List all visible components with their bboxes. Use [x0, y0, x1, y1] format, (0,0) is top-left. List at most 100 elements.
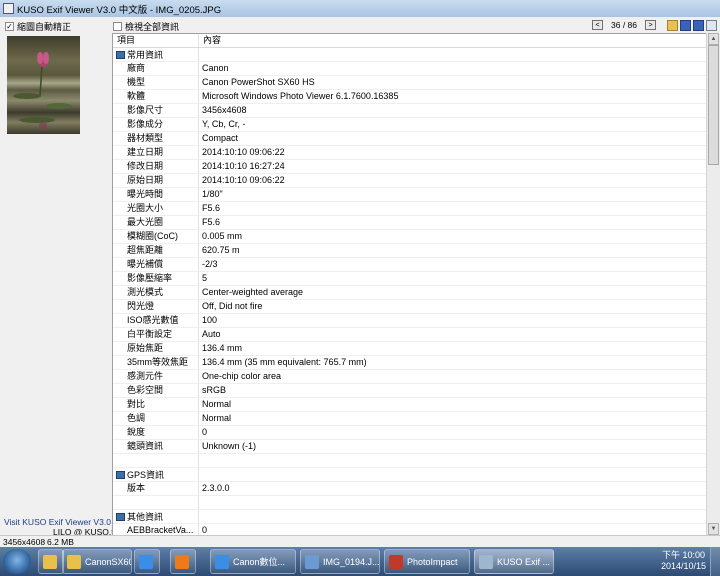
table-row[interactable]: 原始日期 2014:10:10 09:06:22 — [113, 174, 706, 188]
lotus-photo — [13, 52, 72, 131]
auto-fit-checkbox[interactable]: ✓ 縮圖自動精正 — [5, 20, 71, 33]
start-button[interactable] — [3, 549, 31, 574]
table-row[interactable]: AEBBracketVa... 0 — [113, 524, 706, 535]
show-desktop-button[interactable] — [710, 547, 720, 576]
save-icon[interactable] — [680, 19, 691, 31]
checkmark-icon[interactable]: ✓ — [5, 22, 14, 31]
row-label: 原始焦距 — [113, 342, 199, 355]
table-row[interactable]: 色調 Normal — [113, 412, 706, 426]
section-title: 其他資訊 — [127, 511, 164, 522]
row-value — [199, 468, 706, 481]
table-row[interactable]: 器材類型 Compact — [113, 132, 706, 146]
checkbox-empty-icon[interactable] — [113, 22, 122, 31]
save-as-icon[interactable] — [693, 19, 704, 31]
table-row[interactable] — [113, 454, 706, 468]
row-value: Normal — [202, 413, 232, 423]
row-value — [199, 510, 706, 523]
settings-icon[interactable] — [706, 19, 717, 31]
table-row[interactable]: 銳度 0 — [113, 426, 706, 440]
taskbar-item[interactable] — [134, 549, 160, 574]
row-label: 軟體 — [113, 90, 199, 103]
table-row[interactable]: 對比 Normal — [113, 398, 706, 412]
row-label: 色彩空間 — [113, 384, 199, 397]
table-row[interactable]: 鏡頭資訊 Unknown (-1) — [113, 440, 706, 454]
next-button[interactable]: > — [645, 20, 656, 30]
left-panel: Visit KUSO Exif Viewer V3.0 LILO @ KUSO.… — [0, 33, 114, 537]
row-value: Compact — [202, 133, 239, 143]
taskbar-item-label: Canon數位... — [233, 557, 286, 567]
row-label: 機型 — [113, 76, 199, 89]
table-row[interactable]: 軟體 Microsoft Windows Photo Viewer 6.1.760… — [113, 90, 706, 104]
taskbar-item[interactable]: IMG_0194.J... — [300, 549, 380, 574]
ie-icon — [215, 554, 229, 569]
exif-table[interactable]: 項目 內容 常用資訊廠商 Canon 機型 Canon PowerShot SX60 … — [112, 33, 706, 535]
row-value: 620.75 m — [202, 245, 240, 255]
system-clock[interactable]: 下午 10:00 2014/10/15 — [661, 550, 706, 572]
table-section-row[interactable]: 常用資訊 — [113, 48, 706, 62]
table-row[interactable]: 超焦距離 620.75 m — [113, 244, 706, 258]
table-row[interactable]: 色彩空間 sRGB — [113, 384, 706, 398]
table-row[interactable]: 影像尺寸 3456x4608 — [113, 104, 706, 118]
table-row[interactable]: 原始焦距 136.4 mm — [113, 342, 706, 356]
table-row[interactable]: 機型 Canon PowerShot SX60 HS — [113, 76, 706, 90]
table-row[interactable]: 模糊圈(CoC) 0.005 mm — [113, 230, 706, 244]
row-label: 影像成分 — [113, 118, 199, 131]
table-row[interactable]: 曝光補償 -2/3 — [113, 258, 706, 272]
table-row[interactable]: 閃光燈 Off, Did not fire — [113, 300, 706, 314]
table-row[interactable] — [113, 496, 706, 510]
taskbar-item[interactable]: CanonSX60... — [62, 549, 132, 574]
table-row[interactable]: 廠商 Canon — [113, 62, 706, 76]
row-value: Normal — [202, 399, 232, 409]
image-counter: 36 / 86 — [611, 20, 637, 30]
column-header-content[interactable]: 內容 — [199, 34, 706, 47]
table-row[interactable]: 測光模式 Center-weighted average — [113, 286, 706, 300]
taskbar-item[interactable] — [38, 549, 64, 574]
table-row[interactable]: 白平衡設定 Auto — [113, 328, 706, 342]
scroll-down-icon[interactable]: ▼ — [708, 523, 719, 535]
row-label: 測光模式 — [113, 286, 199, 299]
row-value: F5.6 — [202, 217, 221, 227]
table-row[interactable]: 光圈大小 F5.6 — [113, 202, 706, 216]
row-label: 影像尺寸 — [113, 104, 199, 117]
table-row[interactable]: 版本 2.3.0.0 — [113, 482, 706, 496]
prev-button[interactable]: < — [592, 20, 603, 30]
show-all-checkbox[interactable]: 檢視全部資訊 — [113, 20, 179, 33]
media-player-icon — [175, 554, 189, 569]
taskbar-item[interactable]: PhotoImpact — [384, 549, 470, 574]
navigation: < 36 / 86 > — [590, 18, 720, 32]
image-thumbnail[interactable] — [7, 36, 80, 134]
table-row[interactable]: 影像壓縮率 5 — [113, 272, 706, 286]
scroll-up-icon[interactable]: ▲ — [708, 33, 719, 45]
table-section-row[interactable]: GPS資訊 — [113, 468, 706, 482]
row-value: 0 — [202, 427, 208, 437]
clock-date: 2014/10/15 — [660, 561, 706, 571]
table-row[interactable]: 35mm等效焦距 136.4 mm (35 mm equivalent: 765.… — [113, 356, 706, 370]
table-row[interactable]: 建立日期 2014:10:10 09:06:22 — [113, 146, 706, 160]
taskbar-item-label: CanonSX60... — [85, 556, 132, 567]
table-row[interactable]: 影像成分 Y, Cb, Cr, - — [113, 118, 706, 132]
taskbar-item[interactable] — [170, 549, 196, 574]
row-value: One-chip color area — [202, 371, 282, 381]
row-label: 曝光補償 — [113, 258, 199, 271]
row-value: 2.3.0.0 — [202, 483, 230, 493]
image-viewer-icon — [305, 554, 319, 569]
table-row[interactable]: 曝光時間 1/80" — [113, 188, 706, 202]
scroll-thumb[interactable] — [708, 45, 719, 165]
row-label: 白平衡設定 — [113, 328, 199, 341]
row-value: Canon PowerShot SX60 HS — [202, 77, 315, 87]
column-header-item[interactable]: 項目 — [113, 34, 199, 47]
vertical-scrollbar[interactable]: ▲ ▼ — [706, 33, 720, 535]
row-label: 原始日期 — [113, 174, 199, 187]
table-row[interactable]: 感測元件 One-chip color area — [113, 370, 706, 384]
row-label: 35mm等效焦距 — [113, 356, 199, 369]
table-row[interactable]: 最大光圈 F5.6 — [113, 216, 706, 230]
open-folder-icon[interactable] — [667, 19, 678, 31]
section-title: 常用資訊 — [127, 49, 164, 60]
taskbar-item[interactable]: Canon數位... — [210, 549, 296, 574]
taskbar-item[interactable]: KUSO Exif ... — [474, 549, 554, 574]
table-section-row[interactable]: 其他資訊 — [113, 510, 706, 524]
app-icon — [3, 3, 14, 14]
table-row[interactable]: 修改日期 2014:10:10 16:27:24 — [113, 160, 706, 174]
table-row[interactable]: ISO感光數值 100 — [113, 314, 706, 328]
visit-link[interactable]: Visit KUSO Exif Viewer V3.0 — [4, 517, 111, 527]
